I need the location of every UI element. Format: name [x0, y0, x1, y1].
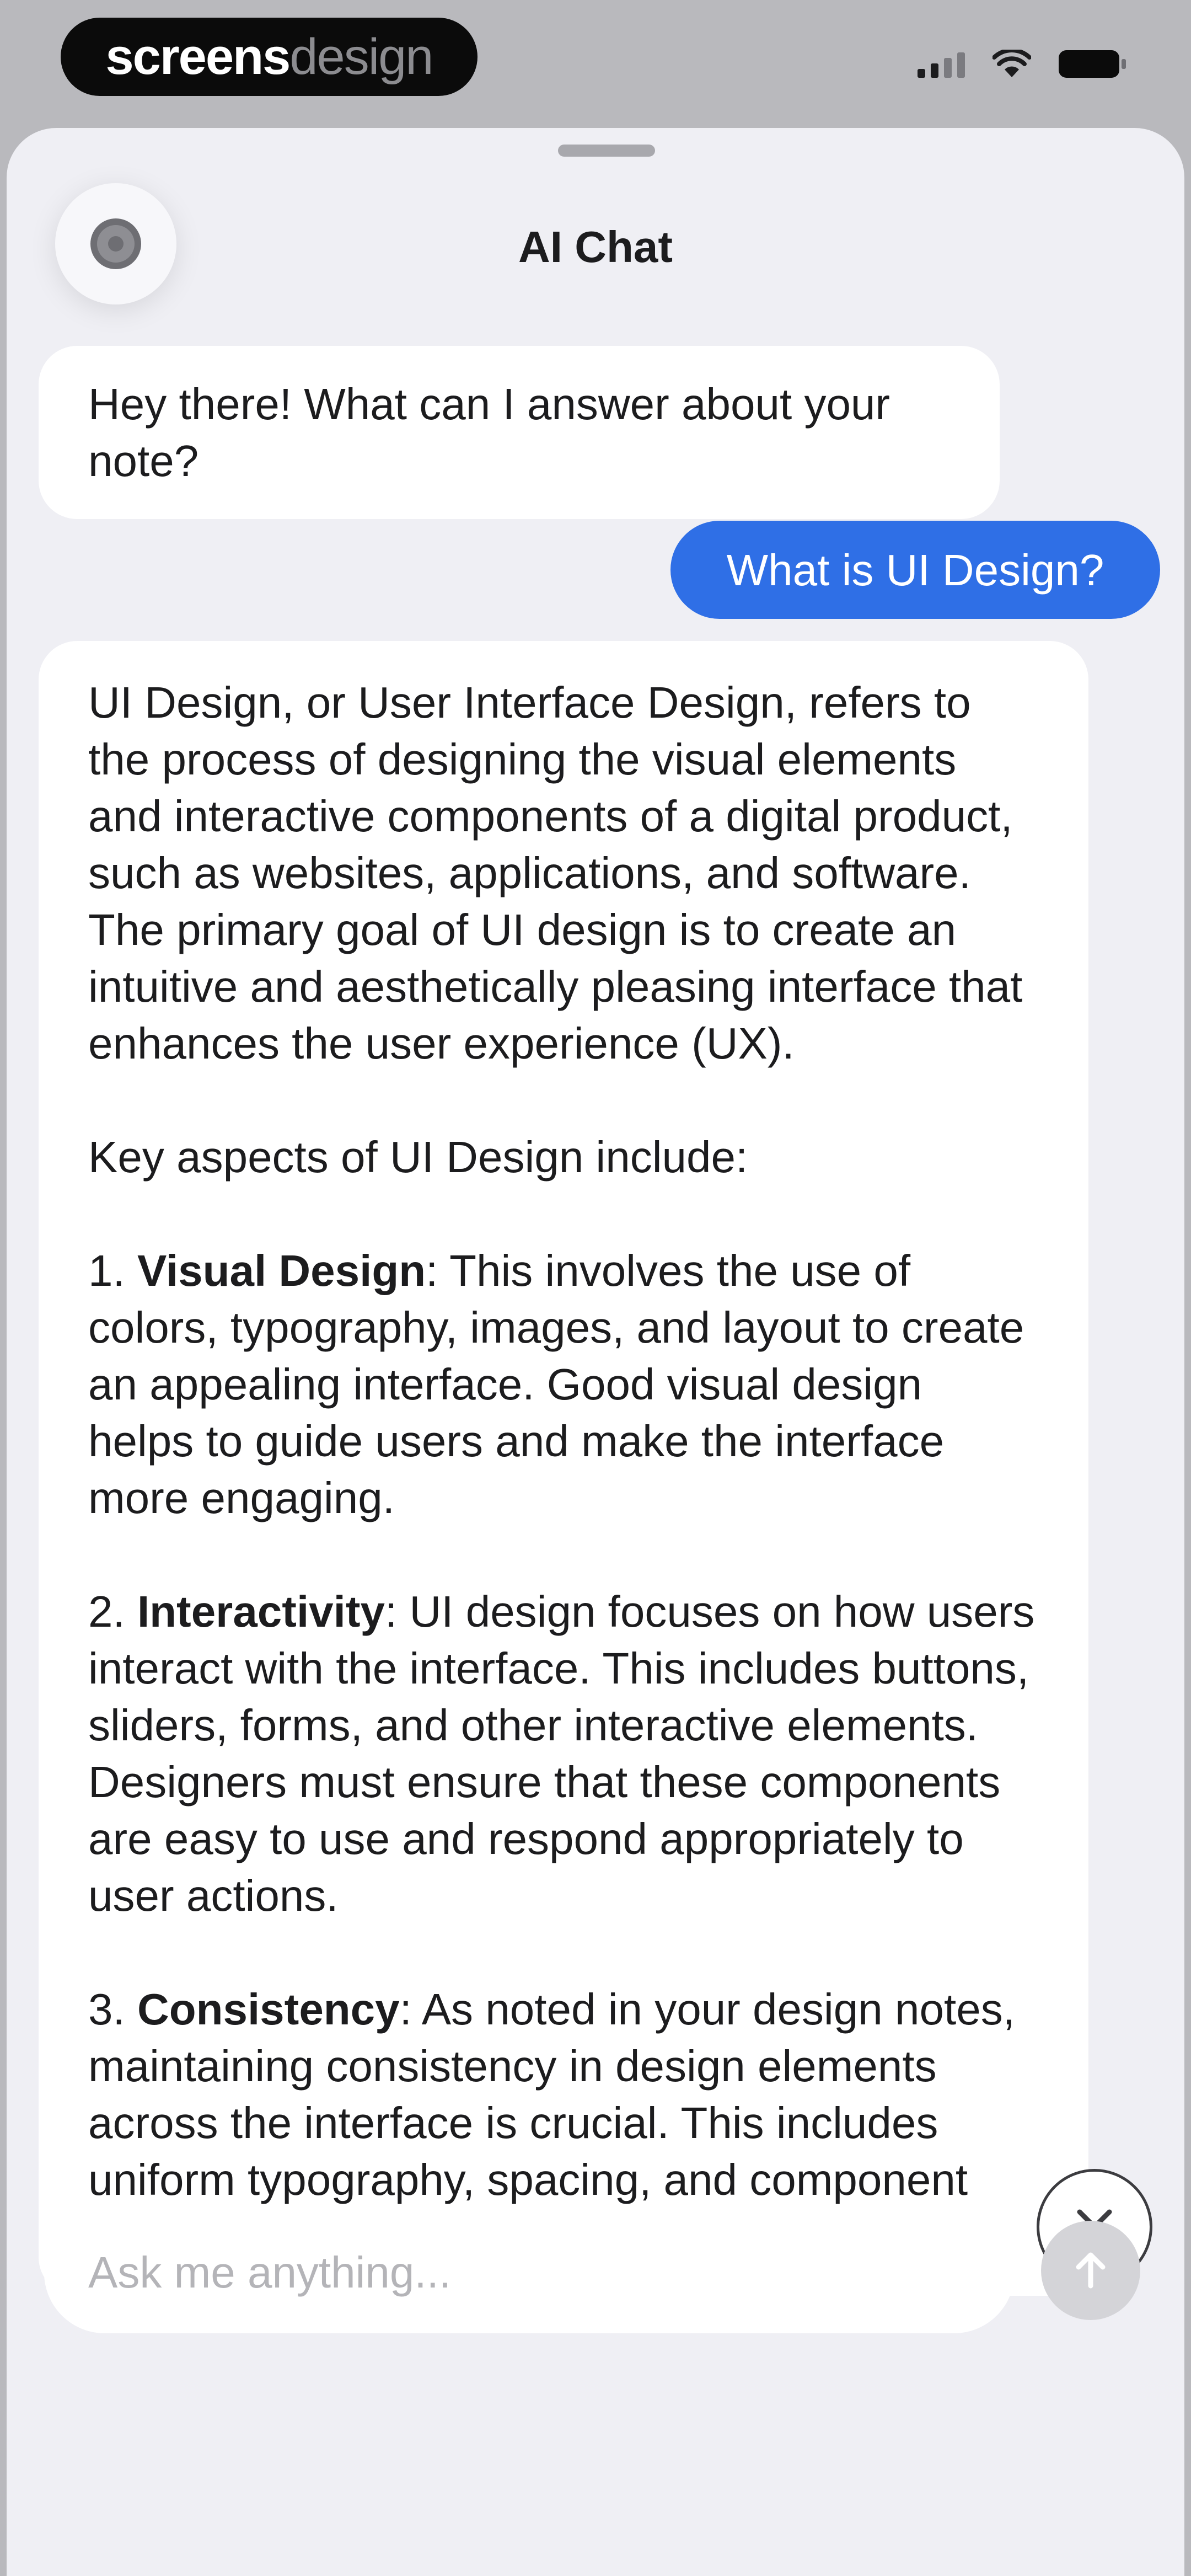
battery-icon — [1059, 50, 1126, 78]
answer-intro: UI Design, or User Interface Design, ref… — [88, 678, 1023, 1068]
wifi-icon — [993, 50, 1031, 78]
answer-item-text: : UI design focuses on how users interac… — [88, 1587, 1035, 1920]
answer-aspects-heading: Key aspects of UI Design include: — [88, 1132, 748, 1182]
answer-item-number: 2. — [88, 1587, 137, 1636]
brand-logo-bold: screens — [105, 28, 291, 85]
status-bar: screens design — [0, 0, 1191, 127]
answer-item-number: 1. — [88, 1246, 137, 1295]
chat-input[interactable] — [88, 2247, 1015, 2298]
chat-sheet: AI Chat Hey there! What can I answer abo… — [7, 128, 1184, 2576]
user-message: What is UI Design? — [670, 521, 1160, 619]
status-icons — [918, 50, 1126, 78]
send-button[interactable] — [1041, 2221, 1140, 2320]
answer-item-number: 3. — [88, 1985, 137, 2034]
assistant-message-answer: UI Design, or User Interface Design, ref… — [39, 641, 1088, 2296]
answer-item-title: Interactivity — [137, 1587, 385, 1636]
answer-item-visual-design: 1. Visual Design: This involves the use … — [88, 1242, 1039, 1526]
cellular-signal-icon — [918, 50, 965, 78]
sheet-grabber[interactable] — [558, 145, 655, 157]
page-title: AI Chat — [518, 222, 673, 271]
answer-item-title: Visual Design — [137, 1246, 426, 1295]
arrow-up-icon — [1076, 2252, 1106, 2289]
answer-item-title: Consistency — [137, 1985, 400, 2034]
brand-logo-light: design — [289, 28, 433, 85]
chat-input-container[interactable] — [44, 2212, 1015, 2333]
brand-logo: screens design — [61, 18, 478, 96]
assistant-message-greeting: Hey there! What can I answer about your … — [39, 346, 1000, 519]
answer-item-interactivity: 2. Interactivity: UI design focuses on h… — [88, 1583, 1039, 1924]
